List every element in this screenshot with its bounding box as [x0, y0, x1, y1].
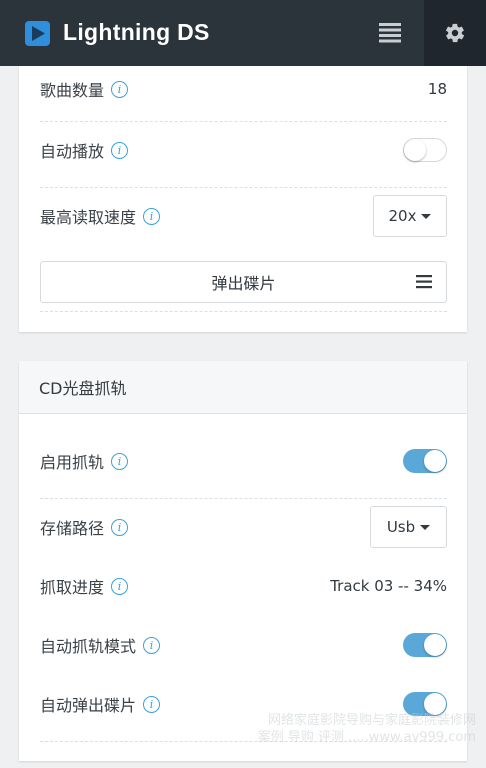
eject-disc-label: 弹出碟片 — [211, 274, 276, 293]
autoplay-toggle[interactable] — [403, 138, 447, 162]
song-count-value: 18 — [427, 80, 447, 98]
song-count-label: 歌曲数量 — [40, 81, 105, 100]
auto-rip-mode-row: 自动抓轨模式 i — [40, 627, 447, 663]
auto-eject-label: 自动弹出碟片 — [40, 696, 137, 715]
max-read-speed-row: 最高读取速度 i 20x — [40, 194, 447, 238]
settings-button[interactable] — [424, 0, 486, 66]
autoplay-row: 自动播放 i — [40, 132, 447, 168]
storage-path-select[interactable]: Usb — [370, 506, 447, 548]
watermark-line2: 案例 导购 评测 .....www.av999.com — [257, 730, 476, 745]
info-icon[interactable]: i — [111, 452, 129, 470]
divider — [40, 187, 447, 188]
cd-rip-card: CD光盘抓轨 启用抓轨 i 存储路径 i Usb 抓取进度 i Track 03… — [19, 361, 467, 761]
auto-rip-mode-label: 自动抓轨模式 — [40, 637, 137, 656]
app-title: Lightning DS — [63, 19, 210, 45]
info-icon[interactable]: i — [143, 695, 161, 713]
eject-disc-button[interactable]: 弹出碟片 — [40, 261, 447, 303]
enable-rip-label: 启用抓轨 — [40, 453, 105, 472]
menu-button[interactable] — [365, 0, 415, 66]
info-icon[interactable]: i — [111, 518, 129, 536]
enable-rip-toggle[interactable] — [403, 449, 447, 473]
info-icon[interactable]: i — [111, 141, 129, 159]
toggle-knob — [424, 634, 446, 656]
caret-down-icon — [421, 213, 432, 219]
top-bar: Lightning DS — [0, 0, 486, 66]
caret-down-icon — [420, 524, 431, 530]
play-icon — [25, 21, 50, 46]
gear-icon — [445, 23, 465, 43]
enable-rip-row: 启用抓轨 i — [40, 443, 447, 479]
storage-path-row: 存储路径 i Usb — [40, 505, 447, 549]
playback-settings-card: 歌曲数量 i 18 自动播放 i 最高读取速度 i 20x 弹出碟片 — [19, 66, 467, 332]
auto-rip-mode-toggle[interactable] — [403, 633, 447, 657]
divider — [40, 121, 447, 122]
song-count-row: 歌曲数量 i 18 — [40, 71, 447, 107]
info-icon[interactable]: i — [111, 577, 129, 595]
divider — [40, 498, 447, 499]
max-read-speed-label: 最高读取速度 — [40, 208, 137, 227]
rip-progress-value: Track 03 -- 34% — [330, 577, 447, 595]
toggle-knob — [424, 450, 446, 472]
info-icon[interactable]: i — [143, 207, 161, 225]
info-icon[interactable]: i — [143, 636, 161, 654]
cd-rip-header: CD光盘抓轨 — [19, 361, 467, 414]
read-speed-select[interactable]: 20x — [373, 195, 447, 237]
divider — [40, 311, 447, 312]
info-icon[interactable]: i — [111, 80, 129, 98]
watermark: 网络家庭影院导购与家庭影院装修网 案例 导购 评测 .....www.av999… — [258, 712, 476, 746]
toggle-knob — [404, 139, 426, 161]
read-speed-value: 20x — [388, 207, 417, 225]
autoplay-label: 自动播放 — [40, 142, 105, 161]
rip-progress-row: 抓取进度 i Track 03 -- 34% — [40, 568, 447, 604]
storage-path-value: Usb — [386, 518, 416, 536]
storage-path-label: 存储路径 — [40, 519, 105, 538]
rip-progress-label: 抓取进度 — [40, 578, 105, 597]
watermark-line1: 网络家庭影院导购与家庭影院装修网 — [267, 713, 476, 728]
list-icon — [379, 23, 401, 43]
hamburger-icon — [416, 275, 432, 289]
